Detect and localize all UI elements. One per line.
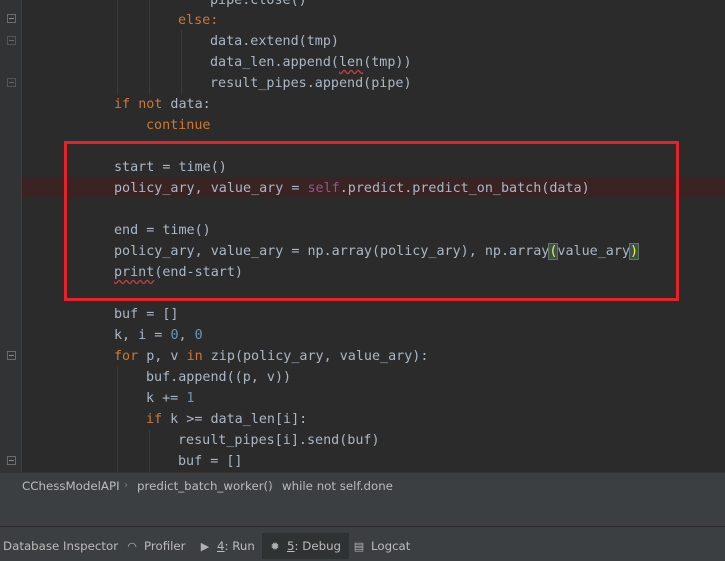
indent-guide	[181, 30, 182, 95]
logcat-button[interactable]: ▤ Logcat	[352, 533, 411, 559]
code-line: buf = []	[178, 454, 243, 469]
editor-gutter[interactable]	[0, 0, 21, 472]
indent-guide	[149, 0, 150, 95]
fold-marker-icon[interactable]	[7, 78, 16, 87]
debug-button[interactable]: ✹ 5: Debug	[262, 533, 350, 559]
indent-guide	[117, 367, 118, 472]
run-shortcut-number: 4	[217, 539, 225, 553]
code-line: result_pipes.append(pipe)	[210, 76, 412, 91]
code-line: data_len.append(len(tmp))	[210, 55, 412, 70]
breadcrumb: CChessModelAPI › predict_batch_worker() …	[0, 472, 725, 498]
gauge-icon: ◠	[127, 540, 137, 553]
gutter-divider	[21, 0, 22, 472]
fold-marker-icon[interactable]	[7, 456, 16, 465]
code-editor[interactable]: pipe.close() else: data.extend(tmp) data…	[0, 0, 725, 472]
code-line: k, i = 0, 0	[114, 328, 203, 343]
code-line: buf = []	[114, 307, 179, 322]
play-icon: ▶	[200, 540, 210, 553]
code-line: result_pipes[i].send(buf)	[178, 433, 380, 448]
profiler-button[interactable]: ◠ Profiler	[125, 533, 186, 559]
code-line: else:	[178, 13, 219, 28]
code-line: continue	[146, 118, 211, 133]
code-line: if k >= data_len[i]:	[146, 412, 308, 427]
run-label: : Run	[224, 539, 255, 553]
fold-marker-icon[interactable]	[7, 14, 16, 23]
breadcrumb-item-loop[interactable]: while not self.done	[282, 473, 393, 499]
code-line: k += 1	[146, 391, 195, 406]
logcat-label: Logcat	[371, 539, 411, 553]
database-inspector-button[interactable]: Database Inspector	[3, 533, 118, 559]
indent-guide	[149, 430, 150, 472]
highlight-annotation-box	[64, 141, 679, 301]
tool-window-bar: Database Inspector ◠ Profiler ▶ 4: Run ✹ 5:…	[0, 526, 725, 561]
debug-shortcut-number: 5	[287, 539, 295, 553]
fold-marker-icon[interactable]	[7, 351, 16, 360]
debug-label: : Debug	[294, 539, 342, 553]
code-line: for p, v in zip(policy_ary, value_ary):	[114, 349, 429, 364]
logcat-icon: ▤	[353, 540, 365, 553]
chevron-right-icon: ›	[124, 480, 128, 491]
run-button[interactable]: ▶ 4: Run	[198, 533, 255, 559]
breadcrumb-item-class[interactable]: CChessModelAPI	[22, 473, 120, 499]
fold-marker-icon[interactable]	[7, 36, 16, 45]
database-inspector-label: Database Inspector	[3, 539, 119, 553]
profiler-label: Profiler	[144, 539, 186, 553]
bug-icon: ✹	[270, 540, 280, 553]
status-strip	[0, 498, 725, 526]
breadcrumb-item-function[interactable]: predict_batch_worker()	[137, 473, 273, 499]
code-line: buf.append((p, v))	[146, 370, 292, 385]
indent-guide	[117, 0, 118, 95]
code-line: data.extend(tmp)	[210, 34, 339, 49]
code-line: if not data:	[114, 97, 211, 112]
chevron-right-icon: ›	[269, 480, 273, 491]
